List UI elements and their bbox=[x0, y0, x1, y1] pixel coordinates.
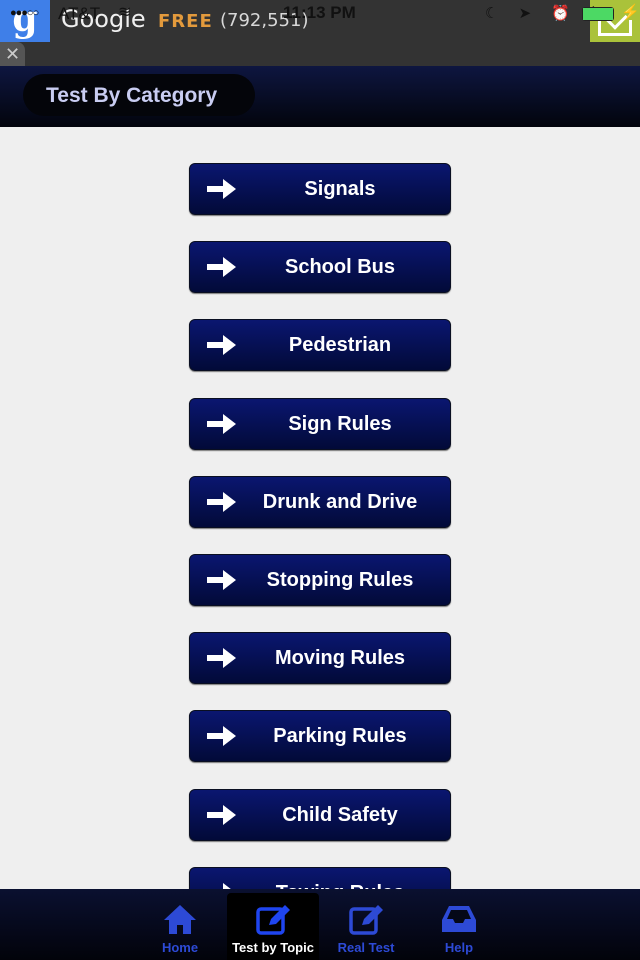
category-label: School Bus bbox=[284, 256, 395, 279]
tab-real-test[interactable]: Real Test bbox=[320, 893, 412, 960]
tab-label: Help bbox=[444, 940, 474, 955]
carrier-label: AT&T bbox=[58, 4, 101, 23]
category-label: Moving Rules bbox=[274, 647, 405, 670]
tab-home[interactable]: Home bbox=[134, 893, 226, 960]
page-header: Test By Category bbox=[0, 66, 640, 127]
category-button[interactable]: Sign Rules bbox=[189, 397, 451, 450]
home-icon bbox=[162, 903, 198, 935]
page-title: Test By Category bbox=[46, 84, 218, 107]
battery-level bbox=[583, 8, 613, 20]
category-label: Stopping Rules bbox=[266, 569, 414, 591]
tab-label: Home bbox=[161, 940, 199, 955]
category-label: Drunk and Drive bbox=[262, 490, 418, 513]
category-label: Child Safety bbox=[282, 803, 398, 826]
wifi-icon: ≋ bbox=[118, 4, 132, 21]
category-button[interactable]: Signals bbox=[189, 163, 451, 215]
category-button[interactable]: Parking Rules bbox=[189, 710, 451, 763]
category-button[interactable]: Pedestrian bbox=[189, 319, 451, 372]
category-list[interactable]: Signals School Bus Pedestrian Sign Rules Dru… bbox=[0, 127, 640, 889]
category-label: Towing Rules bbox=[230, 882, 450, 889]
category-button[interactable]: Drunk and Drive bbox=[189, 475, 451, 528]
inbox-icon bbox=[441, 903, 477, 935]
tab-label: Real Test bbox=[337, 940, 395, 955]
status-time: 11:13 PM bbox=[283, 3, 356, 22]
category-button[interactable]: Moving Rules bbox=[189, 632, 451, 685]
ad-close-button[interactable]: ✕ bbox=[0, 42, 25, 66]
tab-bar: Home Test by Topic Real Test Help bbox=[0, 889, 640, 960]
edit-icon bbox=[348, 903, 384, 935]
battery-icon bbox=[582, 7, 614, 21]
charging-icon: ⚡ bbox=[621, 4, 640, 21]
category-label: Parking Rules bbox=[273, 725, 407, 748]
category-button[interactable]: School Bus bbox=[189, 241, 451, 294]
category-label: Pedestrian bbox=[288, 334, 392, 357]
status-bar: ●●●○○ AT&T ≋ 11:13 PM ☾ ➤ ⏰ ᛒ ⚡ bbox=[0, 0, 640, 30]
category-button[interactable]: Towing Rules bbox=[189, 866, 451, 889]
tab-help[interactable]: Help bbox=[413, 893, 505, 960]
signal-strength-icon: ●●●○○ bbox=[10, 7, 39, 19]
category-button[interactable]: Child Safety bbox=[189, 788, 451, 841]
category-label: Sign Rules bbox=[288, 412, 392, 435]
tab-test-by-topic[interactable]: Test by Topic bbox=[227, 893, 319, 960]
tab-label: Test by Topic bbox=[232, 940, 314, 955]
category-label: Signals bbox=[304, 178, 376, 200]
category-button[interactable]: Stopping Rules bbox=[189, 554, 451, 606]
edit-icon bbox=[255, 903, 291, 935]
